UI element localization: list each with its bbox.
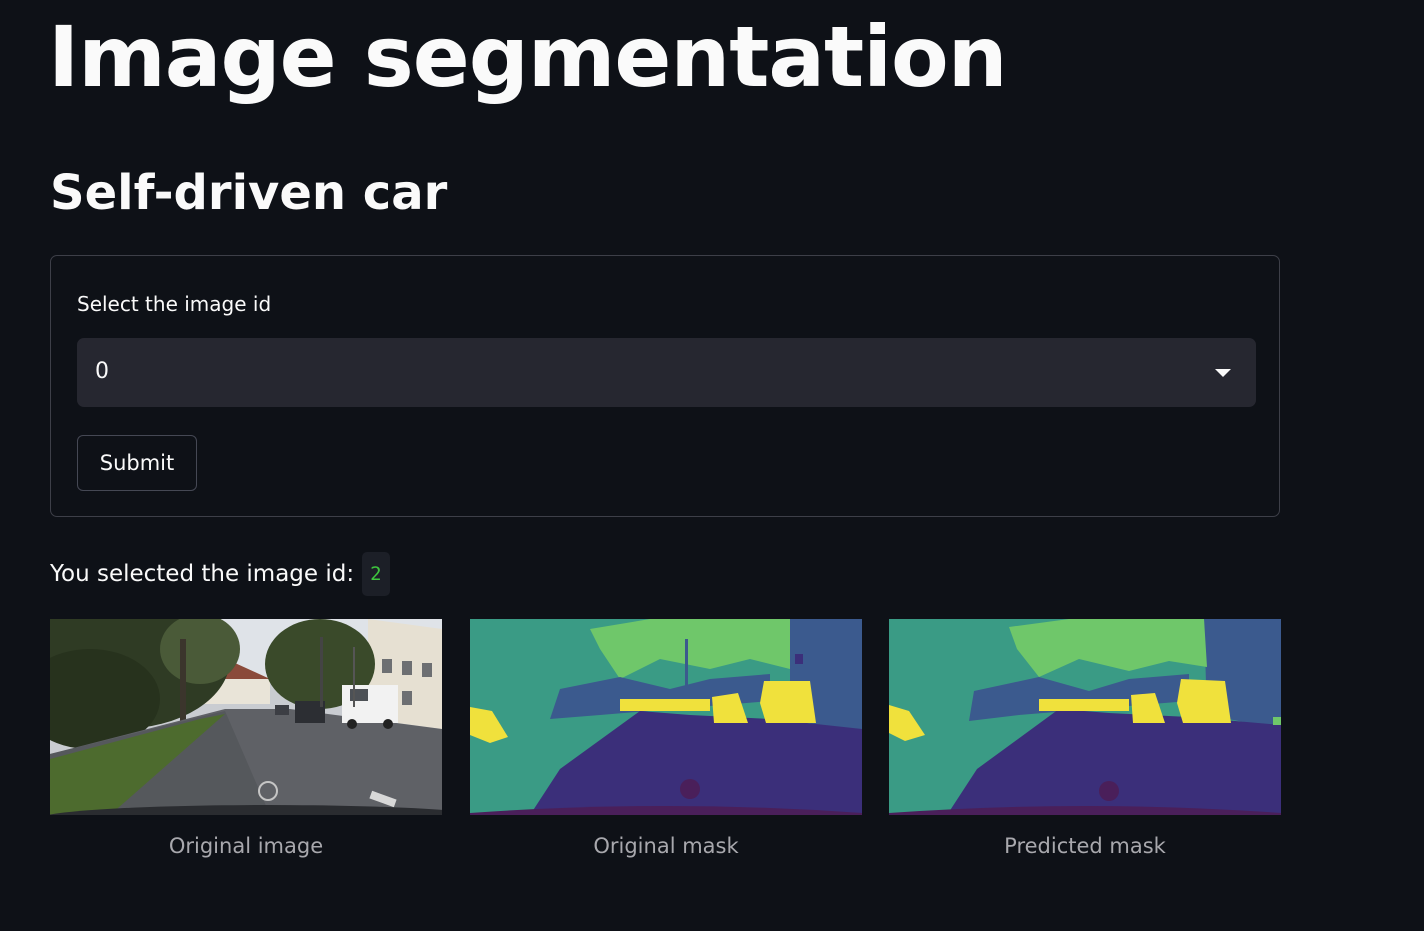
original-mask bbox=[470, 619, 862, 815]
predicted-mask bbox=[889, 619, 1281, 815]
image-select-form: Select the image id 0 Submit bbox=[50, 255, 1280, 517]
caption-predicted-mask: Predicted mask bbox=[1004, 834, 1166, 858]
page-title: Image segmentation bbox=[48, 8, 1007, 106]
select-label: Select the image id bbox=[77, 292, 272, 316]
figure-original-image: Original image bbox=[50, 619, 442, 858]
chevron-down-icon[interactable] bbox=[1215, 369, 1231, 377]
select-value: 0 bbox=[95, 359, 109, 384]
image-id-select[interactable]: 0 bbox=[77, 338, 1256, 407]
page-subtitle: Self-driven car bbox=[50, 165, 448, 221]
submit-button[interactable]: Submit bbox=[77, 435, 197, 491]
page: Image segmentation Self-driven car Selec… bbox=[0, 0, 1424, 931]
selected-id-prefix: You selected the image id: bbox=[50, 561, 355, 587]
figure-original-mask: Original mask bbox=[470, 619, 862, 858]
selected-id-value: 2 bbox=[362, 552, 390, 596]
caption-original-image: Original image bbox=[168, 834, 324, 858]
caption-original-mask: Original mask bbox=[593, 834, 739, 858]
original-image bbox=[50, 619, 442, 815]
selected-id-text: You selected the image id: 2 bbox=[50, 552, 390, 596]
figure-predicted-mask: Predicted mask bbox=[889, 619, 1281, 858]
